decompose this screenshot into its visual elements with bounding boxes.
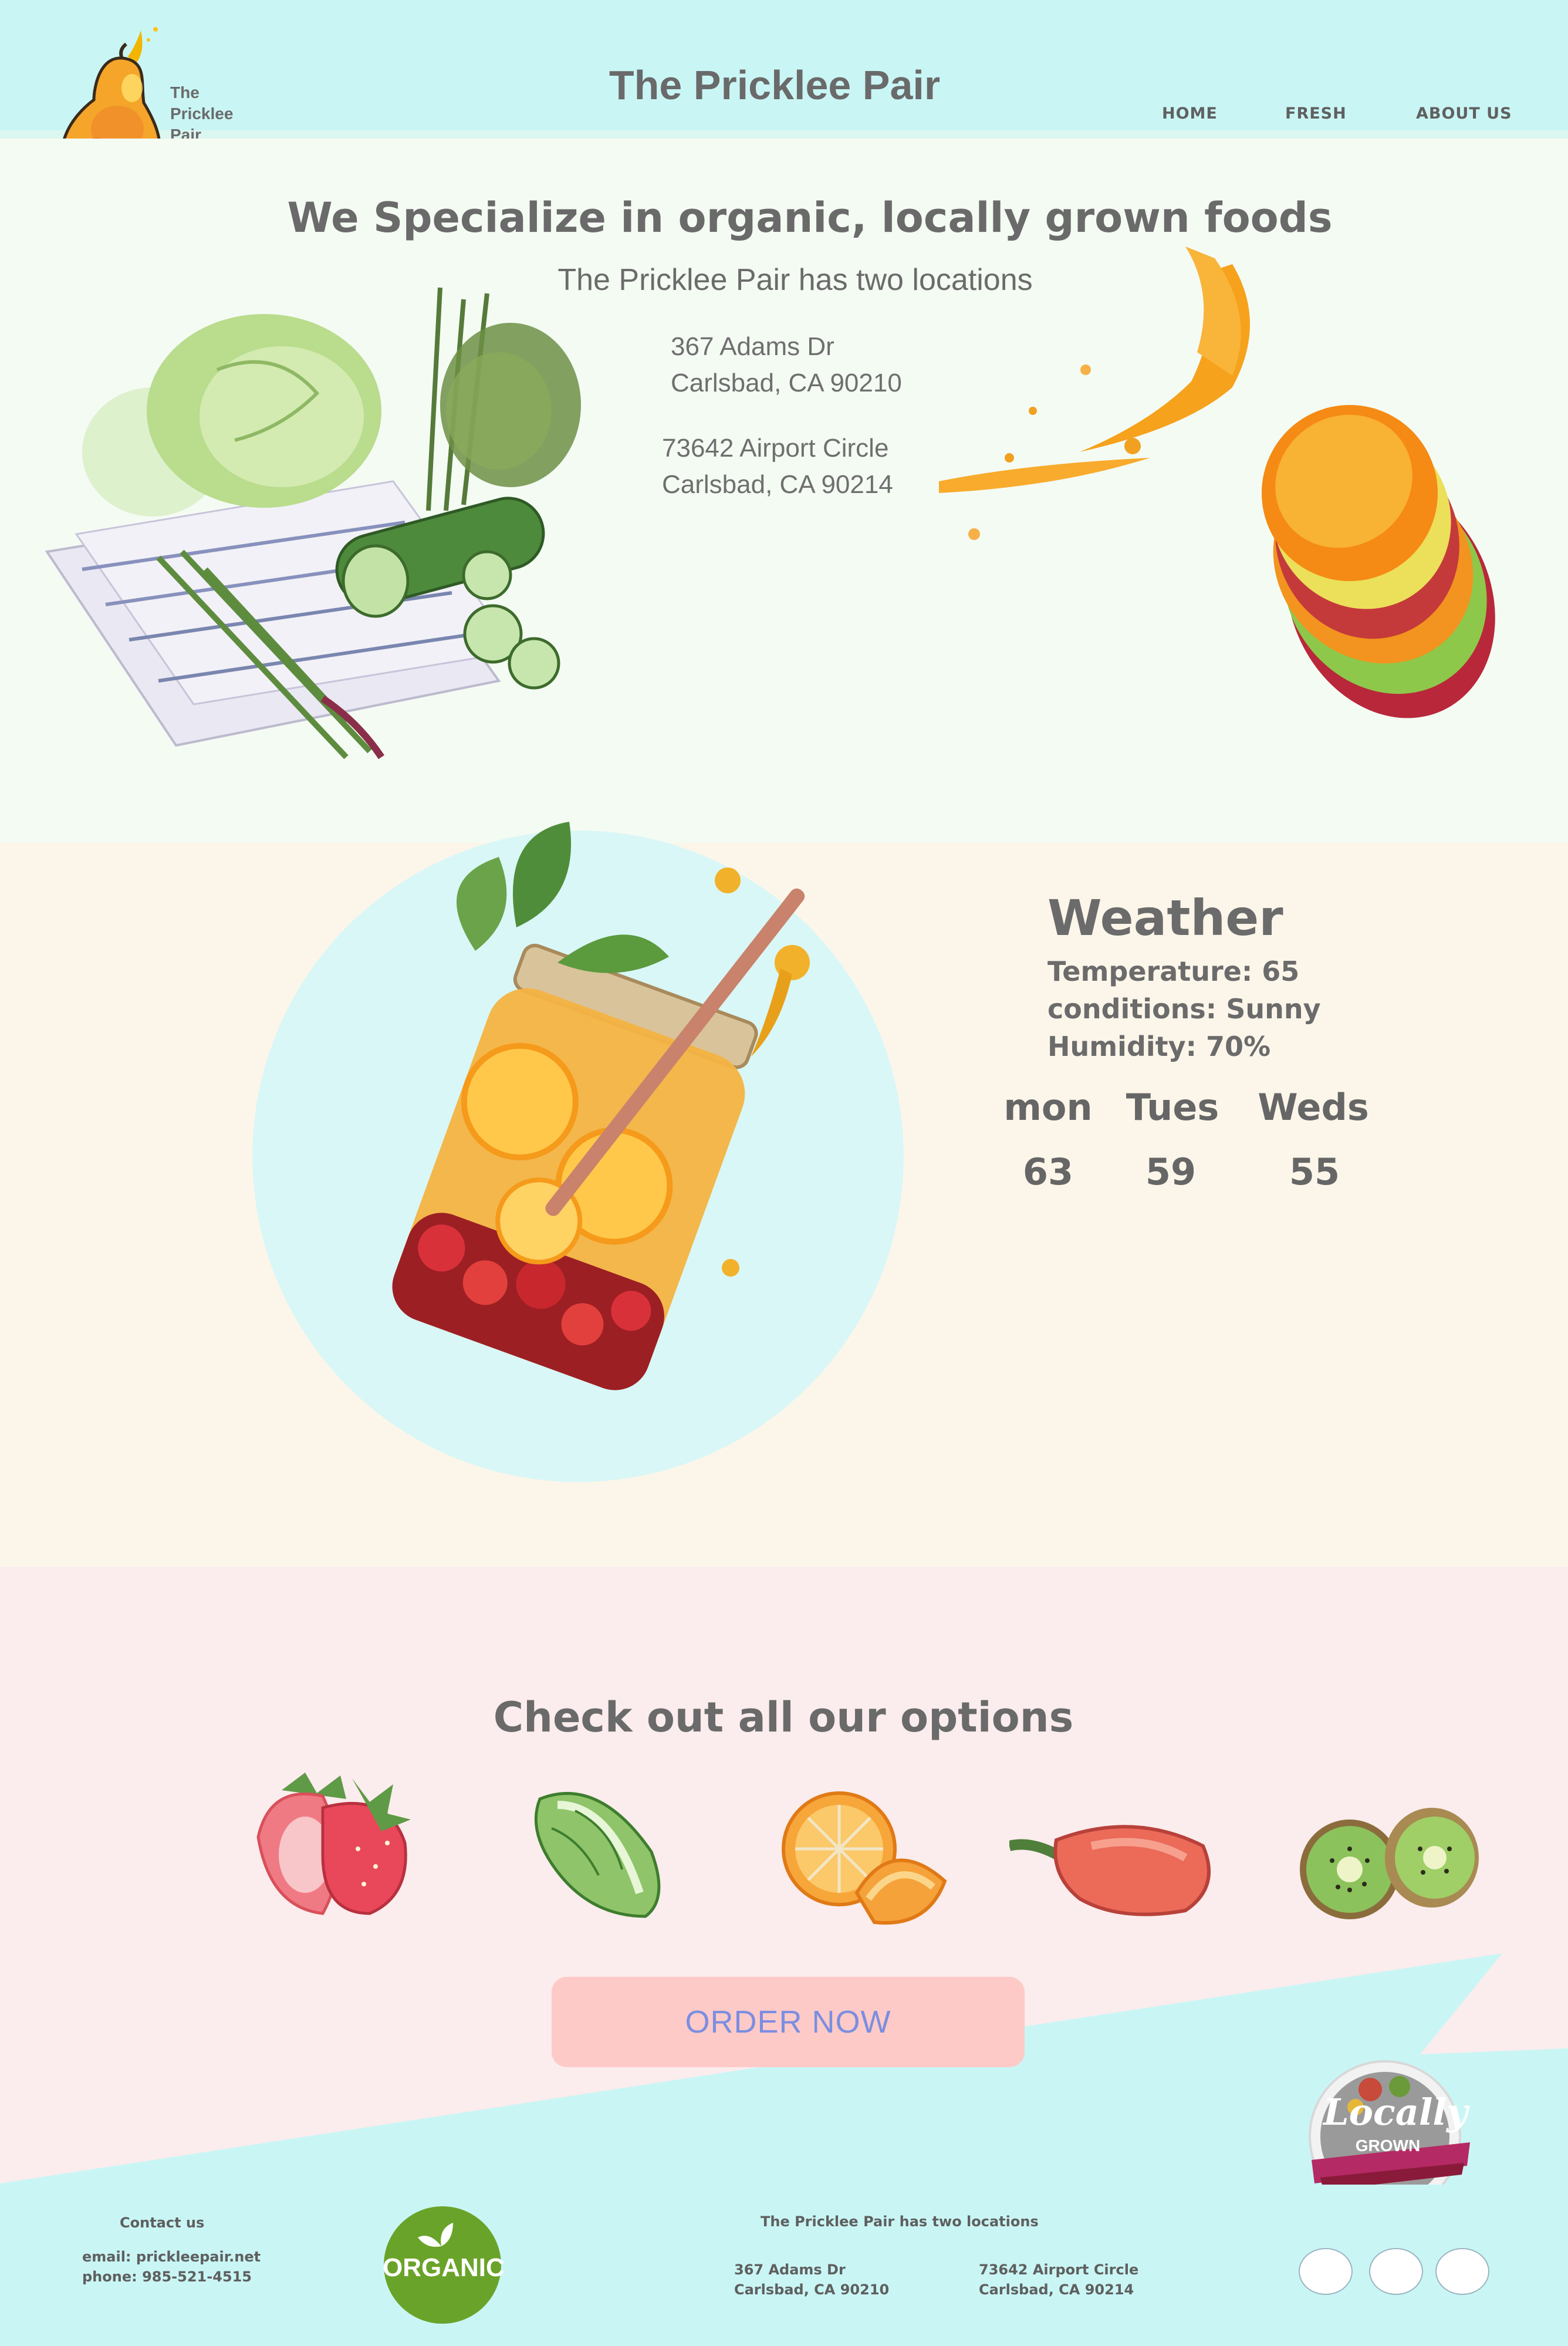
strawberry-image[interactable] xyxy=(235,1767,423,1925)
organic-badge: ORGANIC xyxy=(383,2205,505,2325)
badge-grown-text: GROWN xyxy=(1355,2136,1421,2155)
order-now-button[interactable]: ORDER NOW xyxy=(552,1977,1025,2067)
options-title: Check out all our options xyxy=(493,1693,1074,1741)
organic-badge-text: ORGANIC xyxy=(383,2253,505,2282)
location-city: Carlsbad, CA 90214 xyxy=(979,2281,1134,2298)
pepper-image[interactable] xyxy=(1008,1811,1221,1922)
nav-fresh[interactable]: FRESH xyxy=(1285,104,1347,123)
location-city: Carlsbad, CA 90210 xyxy=(671,369,902,397)
orange-image[interactable] xyxy=(775,1787,951,1928)
badge-locally-text: Locally xyxy=(1323,2091,1468,2134)
weather-title: Weather xyxy=(1047,889,1283,947)
footer-email[interactable]: email: prickleepair.net xyxy=(82,2247,261,2267)
footer-phone[interactable]: phone: 985-521-4515 xyxy=(82,2267,252,2287)
location-city: Carlsbad, CA 90210 xyxy=(734,2281,890,2298)
social-link-2[interactable] xyxy=(1369,2248,1423,2295)
location-street: 367 Adams Dr xyxy=(671,332,834,361)
location-street: 367 Adams Dr xyxy=(734,2261,846,2278)
vegetables-illustration xyxy=(41,276,581,775)
weather-humidity: Humidity: 70% xyxy=(1047,1031,1271,1062)
location-street: 73642 Airport Circle xyxy=(662,434,889,463)
nav-about-us[interactable]: ABOUT US xyxy=(1416,104,1512,123)
forecast-day: Tues xyxy=(1126,1086,1219,1129)
location-street: 73642 Airport Circle xyxy=(979,2261,1139,2278)
hero-location-1: 367 Adams Dr Carlsbad, CA 90210 xyxy=(671,329,902,401)
footer-location-2: 73642 Airport Circle Carlsbad, CA 90214 xyxy=(979,2260,1138,2300)
footer-contact-heading: Contact us xyxy=(120,2215,205,2231)
hero-location-2: 73642 Airport Circle Carlsbad, CA 90214 xyxy=(662,430,893,503)
forecast-temp: 59 xyxy=(1145,1150,1197,1193)
nav-home[interactable]: HOME xyxy=(1162,104,1218,123)
forecast-day: Weds xyxy=(1258,1086,1369,1129)
forecast-day: mon xyxy=(1003,1086,1093,1129)
forecast-temp: 55 xyxy=(1289,1150,1340,1193)
weather-conditions: conditions: Sunny xyxy=(1047,993,1321,1025)
location-city: Carlsbad, CA 90214 xyxy=(662,470,893,499)
iced-tea-jar-illustration xyxy=(252,810,927,1485)
logo-text: The Pricklee Pair xyxy=(170,83,234,144)
footer-location-1: 367 Adams Dr Carlsbad, CA 90210 xyxy=(734,2260,889,2300)
lettuce-image[interactable] xyxy=(528,1775,681,1922)
kiwi-image[interactable] xyxy=(1297,1802,1485,1925)
footer-locations-heading: The Pricklee Pair has two locations xyxy=(761,2213,1039,2230)
social-link-1[interactable] xyxy=(1299,2248,1353,2295)
fruit-splash-illustration xyxy=(939,216,1526,781)
site-title: The Pricklee Pair xyxy=(609,62,941,108)
social-link-3[interactable] xyxy=(1435,2248,1489,2295)
forecast-temp: 63 xyxy=(1022,1150,1074,1193)
weather-temperature: Temperature: 65 xyxy=(1047,956,1300,987)
